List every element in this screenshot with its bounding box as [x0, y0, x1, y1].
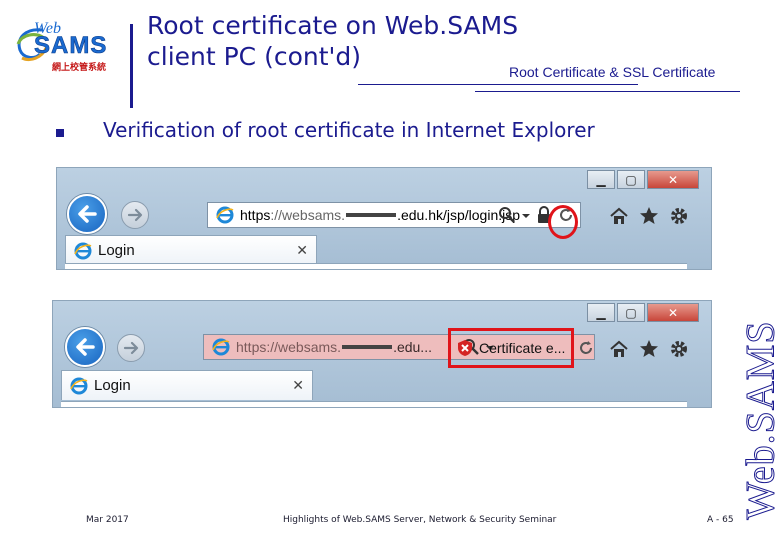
forward-button[interactable]: [117, 334, 145, 362]
tab-title: Login: [98, 242, 135, 259]
minimize-button[interactable]: ▁: [587, 303, 615, 322]
bullet-text: Verification of root certificate in Inte…: [103, 118, 595, 142]
tab-ie-logo-icon: [74, 242, 92, 259]
footer-date: Mar 2017: [86, 515, 129, 525]
logo-chinese-text: 網上校管系統: [52, 63, 107, 73]
minimize-icon: ▁: [596, 172, 606, 187]
certificate-error-icon: [458, 340, 472, 356]
browser-screenshot-secure: ▁ ▢ ✕ https://websams. .edu.hk/jsp/login.…: [56, 167, 712, 270]
home-icon[interactable]: [609, 339, 629, 359]
logo-sams-text: SAMS: [34, 32, 108, 60]
slide-subtitle: Root Certificate & SSL Certificate: [509, 64, 716, 80]
close-icon: ✕: [667, 172, 679, 187]
window-controls: ▁ ▢ ✕: [587, 303, 699, 322]
settings-gear-icon[interactable]: [669, 339, 689, 359]
footer-page-number: A - 65: [707, 515, 734, 525]
back-button[interactable]: [67, 194, 107, 234]
url-suffix: .edu...: [393, 339, 432, 355]
page-content-area: [61, 401, 687, 407]
browser-toolbar-icons: [609, 339, 689, 359]
url-prefix: ://websams.: [270, 207, 346, 223]
arrow-left-icon: [76, 338, 95, 356]
certificate-error-label: Certificate e...: [479, 340, 566, 356]
favorites-star-icon[interactable]: [639, 339, 659, 359]
browser-screenshot-cert-error: ▁ ▢ ✕ https://websams. .edu... Certificat…: [52, 300, 712, 408]
maximize-button[interactable]: ▢: [617, 170, 645, 189]
minimize-button[interactable]: ▁: [587, 170, 615, 189]
slide-title-line-2: client PC (cont'd): [147, 42, 362, 71]
close-window-button[interactable]: ✕: [647, 303, 699, 322]
watermark-text: Web.SAMS: [737, 320, 780, 520]
window-controls: ▁ ▢ ✕: [587, 170, 699, 189]
tab-title: Login: [94, 377, 131, 394]
header-rule-lower: [475, 91, 740, 92]
close-window-button[interactable]: ✕: [647, 170, 699, 189]
slide-title: Root certificate on Web.SAMS client PC (…: [147, 10, 518, 72]
forward-button[interactable]: [121, 201, 149, 229]
websams-logo: Web SAMS 網上校管系統: [12, 20, 130, 74]
settings-gear-icon[interactable]: [669, 206, 689, 226]
browser-toolbar-icons: [609, 206, 689, 226]
arrow-right-icon: [127, 208, 143, 222]
arrow-right-icon: [123, 341, 139, 355]
redacted-hostname: [342, 345, 393, 349]
header-divider: [130, 24, 133, 108]
dropdown-arrow-icon[interactable]: [522, 206, 530, 224]
minimize-icon: ▁: [596, 305, 606, 320]
tab-close-icon[interactable]: ✕: [292, 377, 304, 394]
favorites-star-icon[interactable]: [639, 206, 659, 226]
maximize-button[interactable]: ▢: [617, 303, 645, 322]
browser-tab-login[interactable]: Login ✕: [61, 370, 313, 400]
ie-logo-icon: [212, 338, 230, 356]
tab-ie-logo-icon: [70, 377, 88, 394]
home-icon[interactable]: [609, 206, 629, 226]
redacted-hostname: [346, 213, 397, 217]
ie-logo-icon: [216, 206, 234, 224]
padlock-highlight-circle: [548, 205, 578, 239]
search-icon[interactable]: [498, 206, 516, 224]
url-scheme: https: [236, 339, 267, 355]
header-rule-upper: [358, 84, 638, 85]
arrow-left-icon: [78, 205, 97, 223]
maximize-icon: ▢: [625, 172, 637, 187]
certificate-error-button[interactable]: Certificate e...: [448, 328, 574, 368]
websams-watermark: Web.SAMS: [737, 300, 780, 540]
page-content-area: [65, 263, 687, 269]
tab-close-icon[interactable]: ✕: [296, 242, 308, 259]
browser-tab-login[interactable]: Login ✕: [65, 235, 317, 265]
url-prefix: ://websams.: [266, 339, 342, 355]
address-bar[interactable]: https://websams. .edu.hk/jsp/login.jsp: [207, 202, 581, 228]
url-scheme: https: [240, 207, 271, 223]
maximize-icon: ▢: [625, 305, 637, 320]
slide-title-line-1: Root certificate on Web.SAMS: [147, 11, 519, 40]
close-icon: ✕: [667, 305, 679, 320]
refresh-icon[interactable]: [578, 339, 594, 357]
bullet-marker: [56, 129, 64, 137]
back-button[interactable]: [65, 327, 105, 367]
footer-seminar-title: Highlights of Web.SAMS Server, Network &…: [283, 515, 557, 525]
